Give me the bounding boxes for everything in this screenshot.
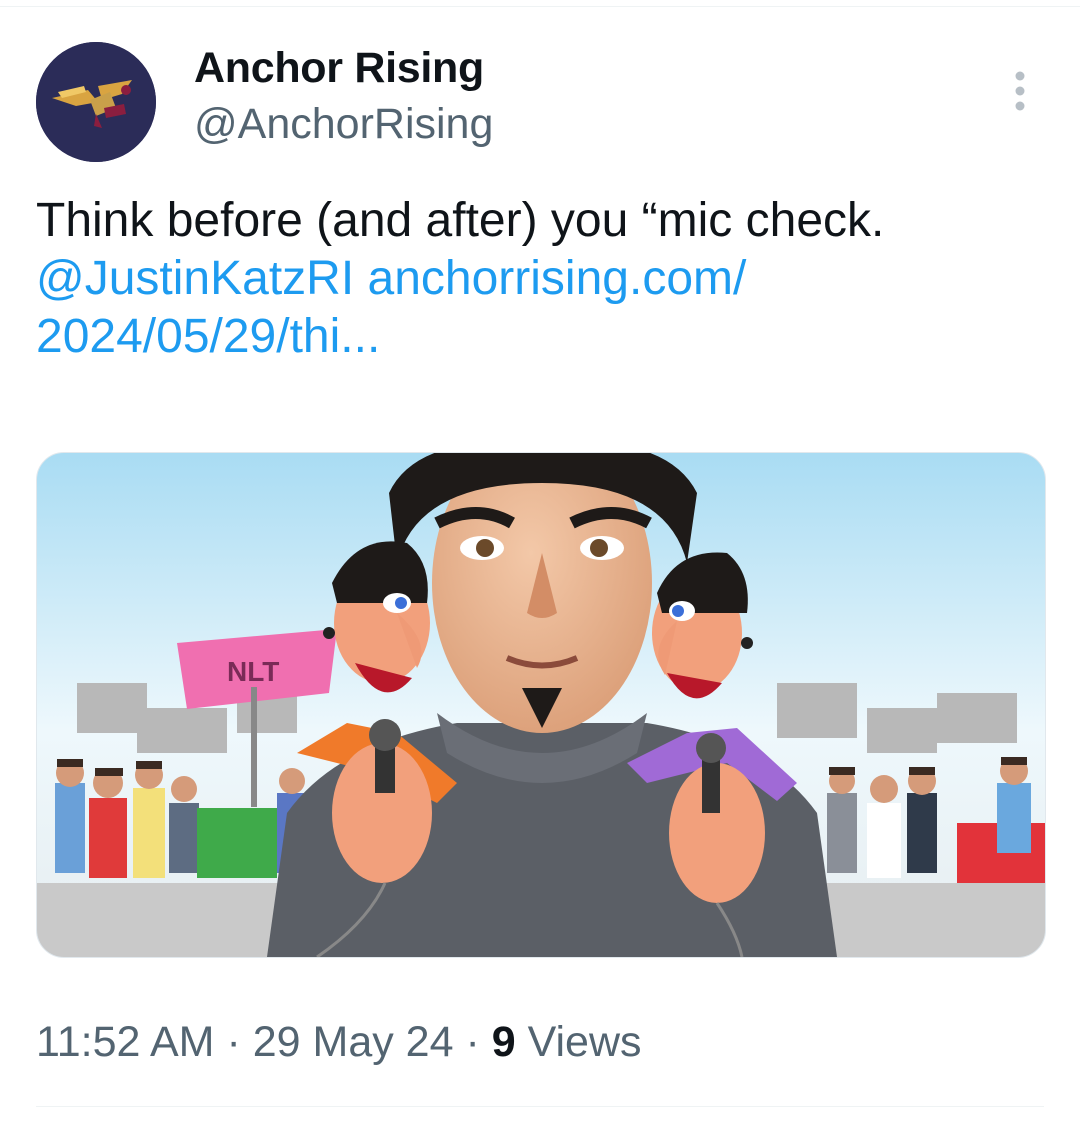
user-handle[interactable]: @AnchorRising: [194, 100, 493, 149]
mention-link[interactable]: @JustinKatzRI: [36, 252, 354, 305]
tweet-meta: 11:52 AM · 29 May 24 · 9 Views: [36, 1018, 642, 1067]
tweet-body: Think before (and after) you “mic check.: [36, 194, 885, 247]
tweet-date[interactable]: 29 May 24: [253, 1018, 454, 1066]
more-options-button[interactable]: [1004, 64, 1036, 124]
sign-text: NLT: [227, 656, 279, 687]
meta-separator: ·: [214, 1018, 253, 1066]
views-label: Views: [515, 1018, 642, 1066]
display-name[interactable]: Anchor Rising: [194, 44, 484, 93]
url-link-part1[interactable]: anchorrising.com/: [354, 252, 747, 305]
top-divider: [0, 0, 1080, 7]
avatar[interactable]: [36, 42, 156, 162]
tweet-image[interactable]: NLT: [36, 452, 1046, 958]
more-vertical-icon: [1015, 71, 1025, 111]
meta-separator: ·: [453, 1018, 492, 1066]
url-link-part2[interactable]: 2024/05/29/thi...: [36, 310, 380, 363]
bottom-divider: [36, 1106, 1044, 1107]
tweet-time[interactable]: 11:52 AM: [36, 1018, 215, 1066]
eagle-anchor-logo-icon: [36, 42, 156, 162]
cartoon-illustration-image: NLT: [37, 453, 1045, 957]
tweet-text: Think before (and after) you “mic check.…: [36, 192, 1046, 366]
views-count: 9: [491, 1018, 516, 1066]
